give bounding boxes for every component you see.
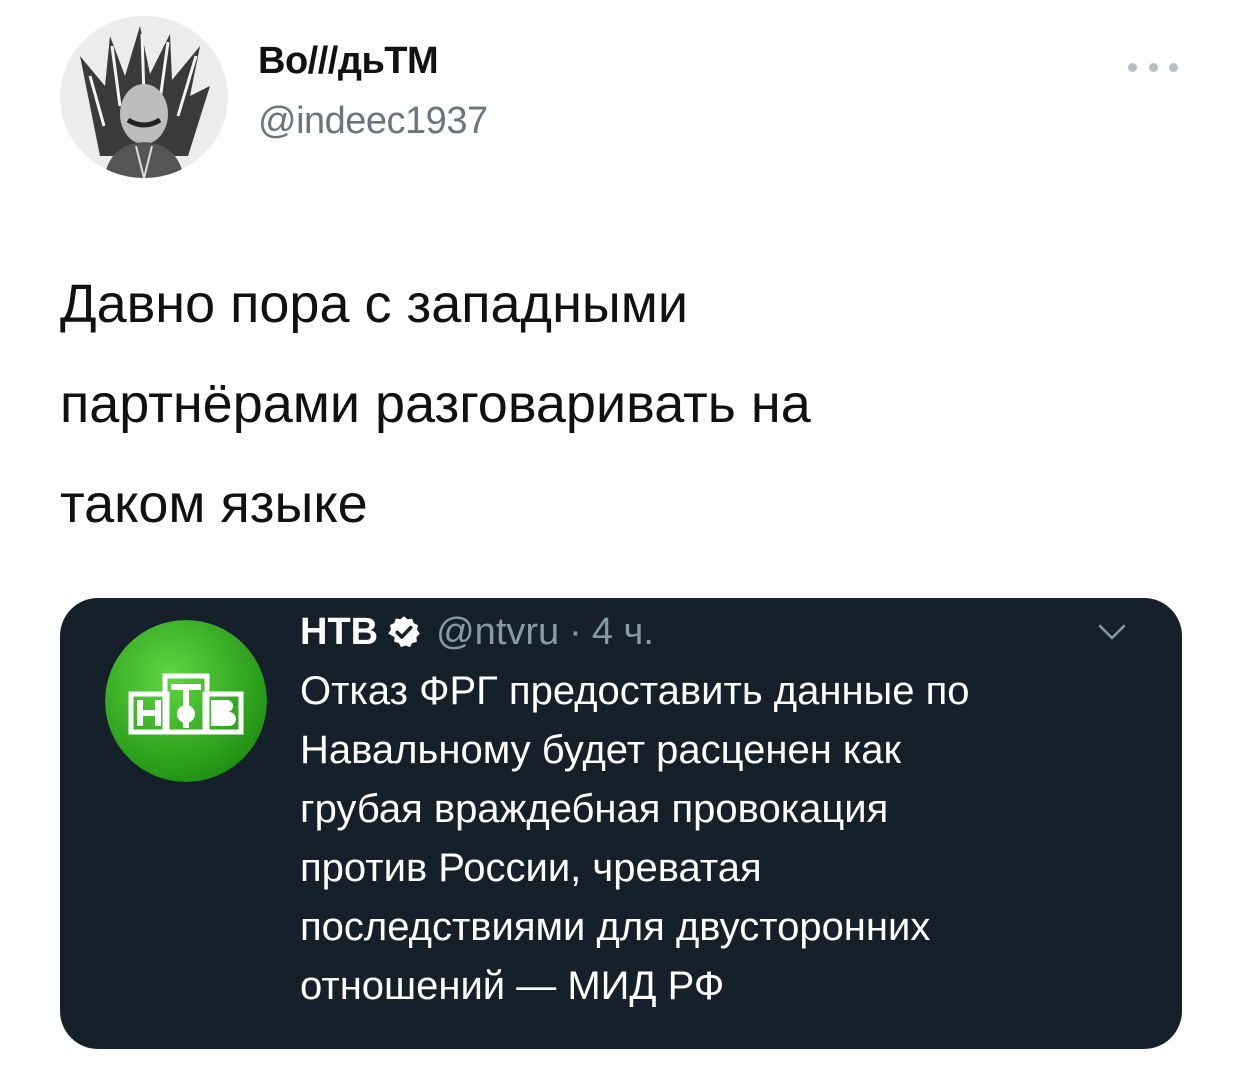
quoted-tweet-header: НТВ @ntvru · 4 ч. bbox=[300, 610, 654, 654]
quoted-author-avatar[interactable] bbox=[105, 620, 267, 782]
verified-badge-icon bbox=[388, 616, 420, 648]
more-dots-icon bbox=[1128, 62, 1137, 72]
author-avatar[interactable] bbox=[60, 16, 228, 178]
author-display-name[interactable]: Во///дьТМ bbox=[258, 40, 439, 83]
quoted-tweet-timestamp[interactable]: 4 ч. bbox=[592, 610, 654, 654]
quoted-tweet-card[interactable]: НТВ @ntvru · 4 ч. Отказ ФРГ предоставить… bbox=[60, 598, 1182, 1049]
portrait-avatar-icon bbox=[60, 16, 228, 178]
ntv-logo-icon bbox=[105, 620, 267, 782]
quoted-author-handle[interactable]: @ntvru bbox=[436, 610, 559, 654]
header-separator: · bbox=[569, 611, 582, 653]
quoted-author-display-name[interactable]: НТВ bbox=[300, 610, 378, 654]
quoted-tweet-text: Отказ ФРГ предоставить данные по Навальн… bbox=[300, 669, 970, 1008]
chevron-down-icon[interactable] bbox=[1098, 622, 1126, 642]
more-dots-icon-dot bbox=[1148, 62, 1158, 72]
more-options-button[interactable] bbox=[1128, 54, 1178, 80]
tweet-text: Давно пора с западными партнёрами разгов… bbox=[60, 274, 811, 534]
more-dots-icon-dot bbox=[1169, 62, 1178, 72]
author-handle[interactable]: @indeec1937 bbox=[258, 100, 488, 143]
